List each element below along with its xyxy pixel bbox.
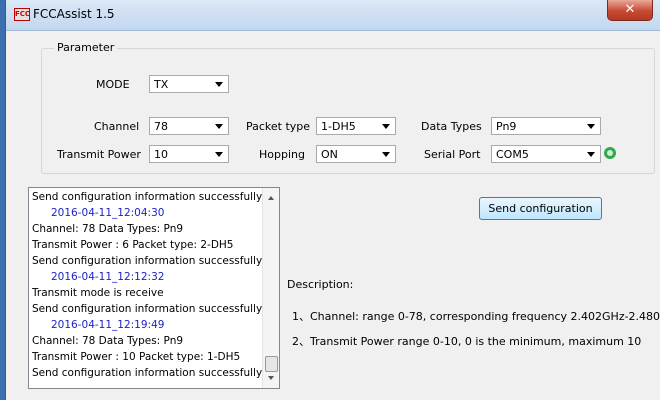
log-line: Transmit Power : 10 Packet type: 1-DH5 xyxy=(32,351,241,363)
transmit-power-select[interactable]: 10 xyxy=(149,145,229,163)
channel-value: 78 xyxy=(154,120,168,133)
log-line: Send configuration information successfu… xyxy=(32,303,263,315)
dropdown-arrow-icon xyxy=(382,152,390,157)
log-line: Channel: 78 Data Types: Pn9 xyxy=(32,223,184,235)
title-bar: FCC FCCAssist 1.5 ✕ xyxy=(6,0,660,31)
scroll-thumb[interactable] xyxy=(265,356,278,372)
hopping-value: ON xyxy=(321,148,338,161)
window-title: FCCAssist 1.5 xyxy=(33,7,115,21)
packet-type-label: Packet type xyxy=(246,120,311,133)
scroll-down-icon[interactable] xyxy=(268,376,274,380)
dropdown-arrow-icon xyxy=(587,152,595,157)
packet-type-select[interactable]: 1-DH5 xyxy=(316,117,396,135)
channel-label: Channel xyxy=(94,120,140,133)
hopping-select[interactable]: ON xyxy=(316,145,396,163)
app-logo-icon: FCC xyxy=(14,8,30,21)
data-types-select[interactable]: Pn9 xyxy=(491,117,601,135)
dropdown-arrow-icon xyxy=(587,124,595,129)
serial-port-label: Serial Port xyxy=(424,148,481,161)
app-window: FCC FCCAssist 1.5 ✕ Parameter MODE TX Ch… xyxy=(5,0,660,400)
log-line: 2016-04-11_12:04:30 xyxy=(51,207,165,219)
log-scrollbar[interactable] xyxy=(262,188,279,388)
log-line: Transmit mode is receive xyxy=(32,287,164,299)
serial-port-select[interactable]: COM5 xyxy=(491,145,601,163)
description-item-1: 1、Channel: range 0-78, corresponding fre… xyxy=(292,310,660,323)
mode-value: TX xyxy=(154,78,169,91)
serial-port-value: COM5 xyxy=(496,148,529,161)
data-types-value: Pn9 xyxy=(496,120,517,133)
description-item-2: 2、Transmit Power range 0-10, 0 is the mi… xyxy=(292,335,642,348)
packet-type-value: 1-DH5 xyxy=(321,120,356,133)
dropdown-arrow-icon xyxy=(382,124,390,129)
log-line: Send configuration information successfu… xyxy=(32,255,263,267)
log-line: 2016-04-11_12:12:32 xyxy=(51,271,165,283)
dropdown-arrow-icon xyxy=(215,82,223,87)
dropdown-arrow-icon xyxy=(215,124,223,129)
scroll-up-icon[interactable] xyxy=(268,196,274,200)
log-line: Channel: 78 Data Types: Pn9 xyxy=(32,335,184,347)
transmit-power-label: Transmit Power xyxy=(57,148,141,161)
dropdown-arrow-icon xyxy=(215,152,223,157)
data-types-label: Data Types xyxy=(421,120,482,133)
log-textarea[interactable]: Send configuration information successfu… xyxy=(28,187,280,389)
wifi-signal-icon xyxy=(604,147,616,159)
send-configuration-button[interactable]: Send configuration xyxy=(479,197,602,220)
transmit-power-value: 10 xyxy=(154,148,168,161)
log-line: Transmit Power : 6 Packet type: 2-DH5 xyxy=(32,239,234,251)
channel-select[interactable]: 78 xyxy=(149,117,229,135)
log-line: Send configuration information successfu… xyxy=(32,367,263,379)
mode-select[interactable]: TX xyxy=(149,75,229,93)
description-title: Description: xyxy=(287,278,354,291)
mode-label: MODE xyxy=(96,78,130,91)
log-line: Send configuration information successfu… xyxy=(32,191,263,203)
log-line: 2016-04-11_12:19:49 xyxy=(51,319,165,331)
parameter-group-label: Parameter xyxy=(54,41,118,54)
close-button[interactable]: ✕ xyxy=(607,0,653,21)
hopping-label: Hopping xyxy=(259,148,305,161)
